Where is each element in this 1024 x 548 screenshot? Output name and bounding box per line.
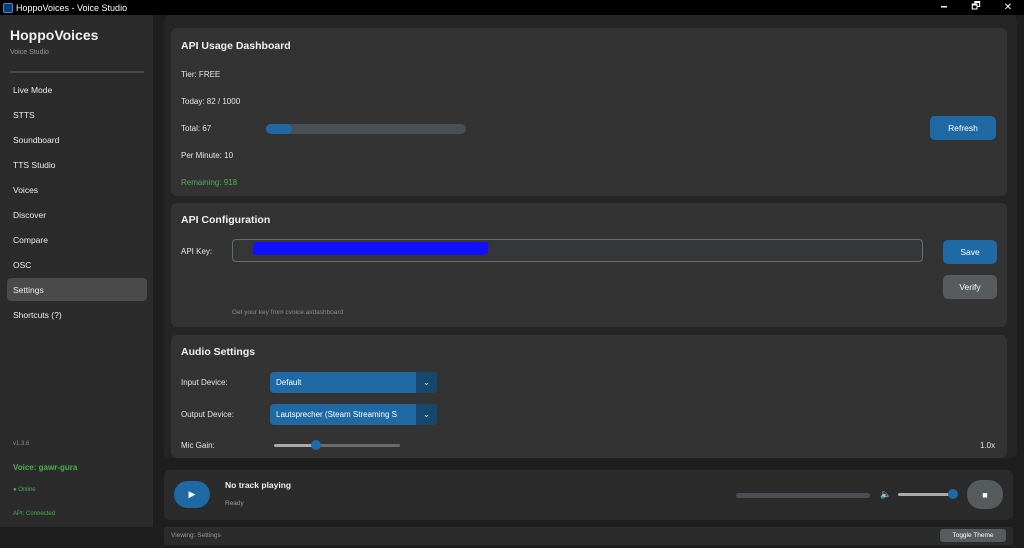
volume-handle[interactable] (948, 489, 959, 499)
api-key-input[interactable] (232, 239, 923, 262)
mic-gain-handle[interactable] (310, 440, 321, 450)
play-icon: ▶ (188, 489, 196, 499)
mic-gain-value: 1.0x (980, 441, 996, 450)
sidebar-item-shortcuts[interactable]: Shortcuts (?) (7, 303, 147, 326)
tier-label: Tier: FREE (181, 70, 221, 79)
mic-gain-label: Mic Gain: (181, 441, 215, 450)
version-label: v1.3.6 (13, 441, 30, 447)
sidebar-item-live-mode[interactable]: Live Mode (7, 78, 147, 101)
total-label: Total: 67 (181, 124, 212, 133)
play-button[interactable]: ▶ (174, 481, 210, 508)
online-status: ● Online (13, 487, 36, 493)
input-device-label: Input Device: (181, 378, 228, 387)
status-bar: Viewing: Settings Toggle Theme (164, 527, 1013, 545)
per-minute-label: Per Minute: 10 (181, 151, 234, 160)
minimize-icon[interactable]: 🗕 (928, 0, 960, 15)
usage-progress-fill (266, 124, 292, 134)
refresh-button[interactable]: Refresh (930, 116, 996, 140)
sidebar-item-compare[interactable]: Compare (7, 228, 147, 251)
chevron-down-icon[interactable]: ⌄ (416, 404, 437, 425)
brand-subtitle: Voice Studio (10, 49, 49, 56)
verify-button[interactable]: Verify (943, 275, 997, 299)
audio-settings-title: Audio Settings (181, 346, 256, 358)
sidebar-item-discover[interactable]: Discover (7, 203, 147, 226)
mic-gain-fill (274, 444, 316, 447)
sidebar-nav: Live Mode STTS Soundboard TTS Studio Voi… (7, 78, 147, 328)
player-bar: ▶ No track playing Ready 🔈 ■ (164, 470, 1013, 520)
sidebar-item-stts[interactable]: STTS (7, 103, 147, 126)
volume-icon[interactable]: 🔈 (880, 489, 891, 500)
sidebar-item-tts-studio[interactable]: TTS Studio (7, 153, 147, 176)
redaction-overlay (252, 242, 489, 255)
sidebar-item-soundboard[interactable]: Soundboard (7, 128, 147, 151)
sidebar-item-settings[interactable]: Settings (7, 278, 147, 301)
sidebar-divider (10, 71, 144, 73)
status-text: Viewing: Settings (171, 532, 221, 539)
api-config-card: API Configuration API Key: Save Verify G… (171, 203, 1007, 327)
usage-progress-bar (266, 124, 466, 134)
toggle-theme-button[interactable]: Toggle Theme (940, 529, 1006, 542)
restore-icon[interactable]: 🗗 (960, 0, 992, 15)
remaining-label: Remaining: 918 (181, 178, 238, 187)
close-icon[interactable]: ✕ (992, 0, 1024, 15)
sidebar: HoppoVoices Voice Studio Live Mode STTS … (0, 15, 153, 527)
track-title: No track playing (225, 480, 292, 490)
window-controls: 🗕 🗗 ✕ (928, 0, 1024, 15)
stop-button[interactable]: ■ (967, 480, 1003, 509)
window-title: HoppoVoices - Voice Studio (16, 2, 128, 13)
sidebar-item-voices[interactable]: Voices (7, 178, 147, 201)
stop-icon: ■ (982, 489, 988, 500)
audio-settings-card: Audio Settings Input Device: Default ⌄ O… (171, 335, 1007, 458)
input-device-select[interactable]: Default ⌄ (270, 372, 437, 393)
api-usage-title: API Usage Dashboard (181, 40, 291, 52)
api-status: API: Connected (13, 511, 56, 517)
chevron-down-icon[interactable]: ⌄ (416, 372, 437, 393)
input-device-value: Default (276, 378, 302, 387)
output-device-select[interactable]: Lautsprecher (Steam Streaming S ⌄ (270, 404, 437, 425)
api-key-label: API Key: (181, 247, 213, 256)
track-status: Ready (225, 500, 244, 507)
app-icon (3, 2, 13, 13)
api-usage-card: API Usage Dashboard Tier: FREE Today: 82… (171, 28, 1007, 196)
volume-slider[interactable] (898, 489, 959, 499)
today-label: Today: 82 / 1000 (181, 97, 241, 106)
save-button[interactable]: Save (943, 240, 997, 264)
mic-gain-slider[interactable] (274, 440, 400, 450)
api-key-hint: Get your key from cvoice.ai/dashboard (232, 309, 344, 316)
output-device-value: Lautsprecher (Steam Streaming S (276, 410, 397, 419)
output-device-label: Output Device: (181, 410, 234, 419)
brand-title: HoppoVoices (10, 27, 99, 43)
current-voice-label: Voice: gawr-gura (13, 463, 78, 472)
sidebar-item-osc[interactable]: OSC (7, 253, 147, 276)
api-config-title: API Configuration (181, 214, 271, 226)
title-bar: HoppoVoices - Voice Studio 🗕 🗗 ✕ (0, 0, 1024, 15)
seek-bar[interactable] (736, 493, 870, 498)
